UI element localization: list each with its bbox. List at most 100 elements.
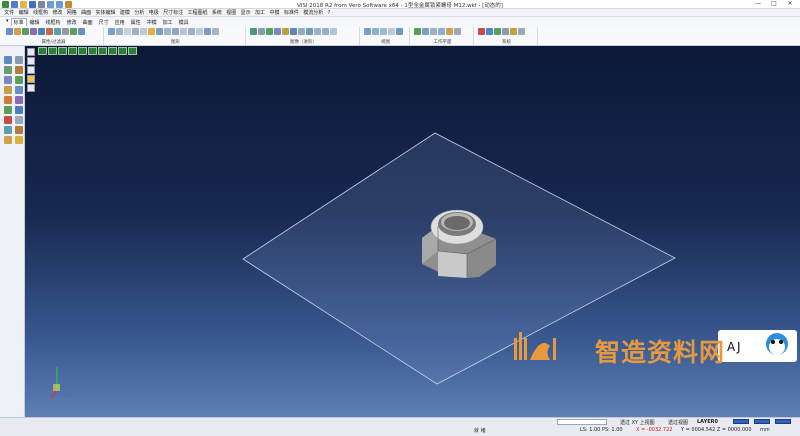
grid-icon[interactable] xyxy=(494,28,501,35)
group-icon[interactable] xyxy=(62,28,69,35)
reflection-icon[interactable] xyxy=(306,28,313,35)
check-tool-icon[interactable] xyxy=(15,76,23,84)
show-icon[interactable] xyxy=(54,28,61,35)
star-tool-icon[interactable] xyxy=(15,136,23,144)
filter-icon[interactable] xyxy=(14,28,21,35)
command-field[interactable] xyxy=(557,419,607,425)
sun-icon[interactable] xyxy=(282,28,289,35)
menu-modify[interactable]: 修改 xyxy=(50,9,64,16)
menu-view[interactable]: 视图 xyxy=(224,9,238,16)
rotate-icon[interactable] xyxy=(380,28,387,35)
measure-tool-icon[interactable] xyxy=(4,86,12,94)
menu-dimension[interactable]: 尺寸标注 xyxy=(161,9,185,16)
menu-machining[interactable]: 加工 xyxy=(253,9,267,16)
plane-list-icon[interactable] xyxy=(454,28,461,35)
menu-modeling[interactable]: 建模 xyxy=(118,9,132,16)
menu-mesh[interactable]: 网格 xyxy=(65,9,79,16)
tab-edit[interactable]: 编辑 xyxy=(27,18,43,26)
tab-surface[interactable]: 曲面 xyxy=(80,18,96,26)
landscape-icon[interactable] xyxy=(266,28,273,35)
zoom-icon[interactable] xyxy=(364,28,371,35)
shadow-icon[interactable] xyxy=(298,28,305,35)
extend-tool-icon[interactable] xyxy=(15,106,23,114)
cube-icon[interactable] xyxy=(140,28,147,35)
menu-edit[interactable]: 编辑 xyxy=(16,9,30,16)
style-icon[interactable] xyxy=(78,28,85,35)
units-icon[interactable] xyxy=(502,28,509,35)
options-icon[interactable] xyxy=(510,28,517,35)
light-icon[interactable] xyxy=(180,28,187,35)
tab-die[interactable]: 冲模 xyxy=(144,18,160,26)
minimize-button[interactable]: — xyxy=(750,0,766,8)
tab-mold[interactable]: 模具 xyxy=(176,18,192,26)
status-linetype-swatch[interactable] xyxy=(754,419,770,424)
view-iso-icon[interactable] xyxy=(396,28,403,35)
status-layer[interactable]: LAYER0 xyxy=(697,419,718,425)
status-color-swatch[interactable] xyxy=(733,419,749,424)
tab-wireframe[interactable]: 线框构 xyxy=(43,18,64,26)
tab-machining[interactable]: 加工 xyxy=(160,18,176,26)
mirror-tool-icon[interactable] xyxy=(15,96,23,104)
menu-surface[interactable]: 曲面 xyxy=(79,9,93,16)
system-icon[interactable] xyxy=(486,28,493,35)
transparency-icon[interactable] xyxy=(164,28,171,35)
layer-icon[interactable] xyxy=(30,28,37,35)
info-tool-icon[interactable] xyxy=(15,116,23,124)
text-tool-icon[interactable] xyxy=(15,126,23,134)
menu-file[interactable]: 文件 xyxy=(2,9,16,16)
menu-drawing[interactable]: 工程图纸 xyxy=(185,9,209,16)
point-tool-icon[interactable] xyxy=(4,66,12,74)
plane-origin-icon[interactable] xyxy=(430,28,437,35)
refresh-icon[interactable] xyxy=(204,28,211,35)
color-icon[interactable] xyxy=(22,28,29,35)
maximize-button[interactable]: □ xyxy=(766,0,782,8)
view-front-icon[interactable] xyxy=(388,28,395,35)
workplane-icon[interactable] xyxy=(414,28,421,35)
tab-application[interactable]: 应用 xyxy=(112,18,128,26)
menu-help[interactable]: ? xyxy=(325,9,332,16)
fit-icon[interactable] xyxy=(212,28,219,35)
info-icon[interactable] xyxy=(518,28,525,35)
texture-icon[interactable] xyxy=(274,28,281,35)
hidden-line-icon[interactable] xyxy=(124,28,131,35)
status-pen-swatch[interactable] xyxy=(775,419,791,424)
window-select-icon[interactable] xyxy=(15,56,23,64)
pan-icon[interactable] xyxy=(372,28,379,35)
menu-mold[interactable]: 中模 xyxy=(267,9,281,16)
animation-icon[interactable] xyxy=(322,28,329,35)
background-icon[interactable] xyxy=(290,28,297,35)
menu-solid-edit[interactable]: 实体编辑 xyxy=(93,9,117,16)
edges-icon[interactable] xyxy=(132,28,139,35)
menu-wireframe[interactable]: 线框构 xyxy=(31,9,50,16)
image-icon[interactable] xyxy=(250,28,257,35)
plane-xy-icon[interactable] xyxy=(422,28,429,35)
explode-icon[interactable] xyxy=(196,28,203,35)
video-icon[interactable] xyxy=(330,28,337,35)
capture-icon[interactable] xyxy=(314,28,321,35)
layer-tool-icon[interactable] xyxy=(4,126,12,134)
shade-icon[interactable] xyxy=(108,28,115,35)
move-tool-icon[interactable] xyxy=(15,86,23,94)
hide-icon[interactable] xyxy=(46,28,53,35)
menu-flow-analysis[interactable]: 模流分析 xyxy=(301,9,325,16)
delete-tool-icon[interactable] xyxy=(4,116,12,124)
highlight-icon[interactable] xyxy=(148,28,155,35)
tab-standard[interactable]: 标准 xyxy=(10,18,27,26)
copy-tool-icon[interactable] xyxy=(4,96,12,104)
tab-modify[interactable]: 修改 xyxy=(64,18,80,26)
tab-attributes[interactable]: 属性 xyxy=(128,18,144,26)
paint-tool-icon[interactable] xyxy=(4,136,12,144)
select-icon[interactable] xyxy=(38,28,45,35)
chart-icon[interactable] xyxy=(478,28,485,35)
mirror-icon[interactable] xyxy=(188,28,195,35)
trim-tool-icon[interactable] xyxy=(4,106,12,114)
menu-display[interactable]: 显示 xyxy=(238,9,252,16)
menu-standard-parts[interactable]: 标准件 xyxy=(282,9,301,16)
menu-electrode[interactable]: 电极 xyxy=(147,9,161,16)
wireframe-icon[interactable] xyxy=(116,28,123,35)
section-icon[interactable] xyxy=(156,28,163,35)
plane-rotate-icon[interactable] xyxy=(438,28,445,35)
plane-align-icon[interactable] xyxy=(446,28,453,35)
render-icon[interactable] xyxy=(172,28,179,35)
menu-analysis[interactable]: 分析 xyxy=(132,9,146,16)
